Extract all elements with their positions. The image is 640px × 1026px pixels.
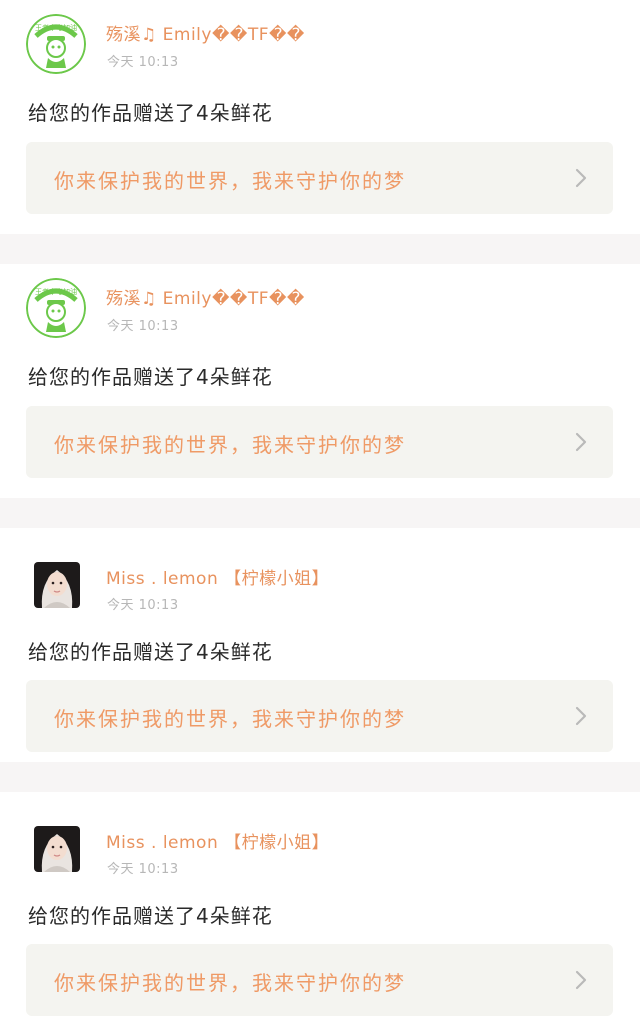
work-quote-text: 你来保护我的世界，我来守护你的梦 xyxy=(54,433,406,457)
notification-feed: 王者中考加油 殇溪♫ Emily��TF�� 今天 10:13 给您的作品赠送了… xyxy=(0,0,640,1026)
chevron-right-icon xyxy=(575,168,587,188)
avatar-badge-text: 王者中考加油 xyxy=(35,287,77,296)
username[interactable]: 殇溪♫ Emily��TF�� xyxy=(106,284,305,309)
card-divider xyxy=(0,498,640,528)
work-quote-link[interactable]: 你来保护我的世界，我来守护你的梦 xyxy=(26,142,613,214)
gift-action-text: 给您的作品赠送了4朵鲜花 xyxy=(28,365,273,389)
gift-action-text: 给您的作品赠送了4朵鲜花 xyxy=(28,640,273,664)
card-divider xyxy=(0,762,640,792)
work-quote-link[interactable]: 你来保护我的世界，我来守护你的梦 xyxy=(26,944,613,1016)
chevron-right-icon xyxy=(575,706,587,726)
girl-portrait-avatar-icon xyxy=(34,826,80,872)
timestamp: 今天 10:13 xyxy=(107,319,179,334)
green-cartoon-badge-avatar-icon: 王者中考加油 xyxy=(26,278,86,338)
green-cartoon-badge-avatar-icon: 王者中考加油 xyxy=(26,14,86,74)
gift-notification-card: Miss . lemon 【柠檬小姐】 今天 10:13 给您的作品赠送了4朵鲜… xyxy=(0,792,640,1026)
work-quote-text: 你来保护我的世界，我来守护你的梦 xyxy=(54,971,406,995)
chevron-right-icon xyxy=(575,970,587,990)
card-divider xyxy=(0,234,640,264)
timestamp: 今天 10:13 xyxy=(107,55,179,70)
work-quote-link[interactable]: 你来保护我的世界，我来守护你的梦 xyxy=(26,680,613,752)
timestamp: 今天 10:13 xyxy=(107,598,179,613)
username[interactable]: Miss . lemon 【柠檬小姐】 xyxy=(106,828,329,853)
gift-notification-card: 王者中考加油 殇溪♫ Emily��TF�� 今天 10:13 给您的作品赠送了… xyxy=(0,0,640,234)
username[interactable]: Miss . lemon 【柠檬小姐】 xyxy=(106,564,329,589)
avatar[interactable] xyxy=(34,826,80,872)
chevron-right-icon xyxy=(575,432,587,452)
work-quote-text: 你来保护我的世界，我来守护你的梦 xyxy=(54,707,406,731)
avatar[interactable] xyxy=(34,562,80,608)
gift-notification-card: Miss . lemon 【柠檬小姐】 今天 10:13 给您的作品赠送了4朵鲜… xyxy=(0,528,640,762)
timestamp: 今天 10:13 xyxy=(107,862,179,877)
avatar[interactable]: 王者中考加油 xyxy=(26,14,86,74)
gift-notification-card: 王者中考加油 殇溪♫ Emily��TF�� 今天 10:13 给您的作品赠送了… xyxy=(0,264,640,498)
avatar[interactable]: 王者中考加油 xyxy=(26,278,86,338)
gift-action-text: 给您的作品赠送了4朵鲜花 xyxy=(28,904,273,928)
work-quote-text: 你来保护我的世界，我来守护你的梦 xyxy=(54,169,406,193)
girl-portrait-avatar-icon xyxy=(34,562,80,608)
gift-action-text: 给您的作品赠送了4朵鲜花 xyxy=(28,101,273,125)
username[interactable]: 殇溪♫ Emily��TF�� xyxy=(106,20,305,45)
work-quote-link[interactable]: 你来保护我的世界，我来守护你的梦 xyxy=(26,406,613,478)
avatar-badge-text: 王者中考加油 xyxy=(35,23,77,32)
